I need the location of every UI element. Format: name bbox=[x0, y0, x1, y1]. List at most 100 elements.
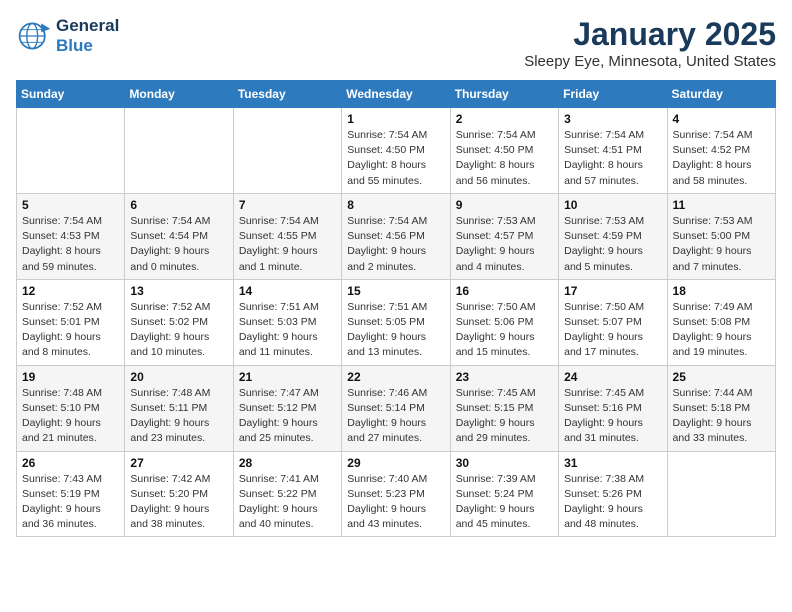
day-number: 27 bbox=[130, 456, 227, 470]
day-number: 12 bbox=[22, 284, 119, 298]
day-info: Sunrise: 7:49 AMSunset: 5:08 PMDaylight:… bbox=[673, 300, 770, 361]
day-number: 2 bbox=[456, 112, 553, 126]
calendar-title: January 2025 bbox=[524, 16, 776, 53]
day-number: 4 bbox=[673, 112, 770, 126]
day-number: 23 bbox=[456, 370, 553, 384]
day-cell: 31 Sunrise: 7:38 AMSunset: 5:26 PMDayligh… bbox=[559, 451, 667, 537]
day-cell bbox=[233, 108, 341, 194]
day-info: Sunrise: 7:50 AMSunset: 5:07 PMDaylight:… bbox=[564, 300, 661, 361]
day-number: 19 bbox=[22, 370, 119, 384]
header-day-wednesday: Wednesday bbox=[342, 81, 450, 108]
day-info: Sunrise: 7:54 AMSunset: 4:52 PMDaylight:… bbox=[673, 128, 770, 189]
logo-icon bbox=[16, 18, 52, 54]
day-number: 25 bbox=[673, 370, 770, 384]
day-cell: 8Sunrise: 7:54 AMSunset: 4:56 PMDaylight… bbox=[342, 193, 450, 279]
day-info: Sunrise: 7:51 AMSunset: 5:05 PMDaylight:… bbox=[347, 300, 444, 361]
day-cell: 5 Sunrise: 7:54 AMSunset: 4:53 PMDaylight… bbox=[17, 193, 125, 279]
day-cell: 18Sunrise: 7:49 AMSunset: 5:08 PMDayligh… bbox=[667, 279, 775, 365]
week-row-1: 1Sunrise: 7:54 AMSunset: 4:50 PMDaylight… bbox=[17, 108, 776, 194]
day-number: 3 bbox=[564, 112, 661, 126]
day-number: 6 bbox=[130, 198, 227, 212]
day-cell: 10 Sunrise: 7:53 AMSunset: 4:59 PMDayligh… bbox=[559, 193, 667, 279]
day-info: Sunrise: 7:54 AMSunset: 4:50 PMDaylight:… bbox=[347, 128, 444, 189]
week-row-3: 12 Sunrise: 7:52 AMSunset: 5:01 PMDayligh… bbox=[17, 279, 776, 365]
day-info: Sunrise: 7:48 AMSunset: 5:11 PMDaylight:… bbox=[130, 386, 227, 447]
day-cell: 25 Sunrise: 7:44 AMSunset: 5:18 PMDayligh… bbox=[667, 365, 775, 451]
day-number: 11 bbox=[673, 198, 770, 212]
day-cell: 26Sunrise: 7:43 AMSunset: 5:19 PMDayligh… bbox=[17, 451, 125, 537]
day-info: Sunrise: 7:41 AMSunset: 5:22 PMDaylight:… bbox=[239, 472, 336, 533]
day-info: Sunrise: 7:40 AMSunset: 5:23 PMDaylight:… bbox=[347, 472, 444, 533]
day-cell: 15 Sunrise: 7:51 AMSunset: 5:05 PMDayligh… bbox=[342, 279, 450, 365]
day-cell: 7 Sunrise: 7:54 AMSunset: 4:55 PMDaylight… bbox=[233, 193, 341, 279]
page-header: General Blue January 2025 Sleepy Eye, Mi… bbox=[16, 16, 776, 70]
day-info: Sunrise: 7:53 AMSunset: 4:57 PMDaylight:… bbox=[456, 214, 553, 275]
day-cell: 6 Sunrise: 7:54 AMSunset: 4:54 PMDaylight… bbox=[125, 193, 233, 279]
week-row-2: 5 Sunrise: 7:54 AMSunset: 4:53 PMDaylight… bbox=[17, 193, 776, 279]
day-number: 13 bbox=[130, 284, 227, 298]
day-info: Sunrise: 7:51 AMSunset: 5:03 PMDaylight:… bbox=[239, 300, 336, 361]
day-number: 20 bbox=[130, 370, 227, 384]
day-cell: 1Sunrise: 7:54 AMSunset: 4:50 PMDaylight… bbox=[342, 108, 450, 194]
calendar-subtitle: Sleepy Eye, Minnesota, United States bbox=[524, 53, 776, 70]
calendar-table: SundayMondayTuesdayWednesdayThursdayFrid… bbox=[16, 80, 776, 537]
day-number: 10 bbox=[564, 198, 661, 212]
header-day-thursday: Thursday bbox=[450, 81, 558, 108]
day-cell bbox=[667, 451, 775, 537]
day-number: 30 bbox=[456, 456, 553, 470]
day-cell: 4 Sunrise: 7:54 AMSunset: 4:52 PMDaylight… bbox=[667, 108, 775, 194]
day-info: Sunrise: 7:54 AMSunset: 4:55 PMDaylight:… bbox=[239, 214, 336, 275]
day-info: Sunrise: 7:54 AMSunset: 4:53 PMDaylight:… bbox=[22, 214, 119, 275]
day-info: Sunrise: 7:52 AMSunset: 5:02 PMDaylight:… bbox=[130, 300, 227, 361]
day-cell: 14 Sunrise: 7:51 AMSunset: 5:03 PMDayligh… bbox=[233, 279, 341, 365]
day-cell: 20 Sunrise: 7:48 AMSunset: 5:11 PMDayligh… bbox=[125, 365, 233, 451]
day-number: 24 bbox=[564, 370, 661, 384]
day-info: Sunrise: 7:42 AMSunset: 5:20 PMDaylight:… bbox=[130, 472, 227, 533]
header-day-saturday: Saturday bbox=[667, 81, 775, 108]
day-info: Sunrise: 7:50 AMSunset: 5:06 PMDaylight:… bbox=[456, 300, 553, 361]
day-number: 31 bbox=[564, 456, 661, 470]
day-cell: 9 Sunrise: 7:53 AMSunset: 4:57 PMDaylight… bbox=[450, 193, 558, 279]
day-cell: 29Sunrise: 7:40 AMSunset: 5:23 PMDayligh… bbox=[342, 451, 450, 537]
day-number: 9 bbox=[456, 198, 553, 212]
day-info: Sunrise: 7:46 AMSunset: 5:14 PMDaylight:… bbox=[347, 386, 444, 447]
header-day-tuesday: Tuesday bbox=[233, 81, 341, 108]
day-info: Sunrise: 7:45 AMSunset: 5:16 PMDaylight:… bbox=[564, 386, 661, 447]
day-number: 16 bbox=[456, 284, 553, 298]
day-info: Sunrise: 7:38 AMSunset: 5:26 PMDaylight:… bbox=[564, 472, 661, 533]
day-cell: 22 Sunrise: 7:46 AMSunset: 5:14 PMDayligh… bbox=[342, 365, 450, 451]
day-info: Sunrise: 7:54 AMSunset: 4:50 PMDaylight:… bbox=[456, 128, 553, 189]
day-info: Sunrise: 7:53 AMSunset: 4:59 PMDaylight:… bbox=[564, 214, 661, 275]
header-day-friday: Friday bbox=[559, 81, 667, 108]
header-day-sunday: Sunday bbox=[17, 81, 125, 108]
day-cell bbox=[17, 108, 125, 194]
day-info: Sunrise: 7:44 AMSunset: 5:18 PMDaylight:… bbox=[673, 386, 770, 447]
day-info: Sunrise: 7:54 AMSunset: 4:54 PMDaylight:… bbox=[130, 214, 227, 275]
day-number: 7 bbox=[239, 198, 336, 212]
day-number: 5 bbox=[22, 198, 119, 212]
day-cell: 17Sunrise: 7:50 AMSunset: 5:07 PMDayligh… bbox=[559, 279, 667, 365]
header-day-monday: Monday bbox=[125, 81, 233, 108]
day-cell: 11 Sunrise: 7:53 AMSunset: 5:00 PMDayligh… bbox=[667, 193, 775, 279]
day-cell: 13 Sunrise: 7:52 AMSunset: 5:02 PMDayligh… bbox=[125, 279, 233, 365]
day-info: Sunrise: 7:39 AMSunset: 5:24 PMDaylight:… bbox=[456, 472, 553, 533]
day-number: 14 bbox=[239, 284, 336, 298]
day-info: Sunrise: 7:47 AMSunset: 5:12 PMDaylight:… bbox=[239, 386, 336, 447]
week-row-4: 19 Sunrise: 7:48 AMSunset: 5:10 PMDayligh… bbox=[17, 365, 776, 451]
day-number: 28 bbox=[239, 456, 336, 470]
day-number: 15 bbox=[347, 284, 444, 298]
day-cell bbox=[125, 108, 233, 194]
day-number: 22 bbox=[347, 370, 444, 384]
day-info: Sunrise: 7:54 AMSunset: 4:51 PMDaylight:… bbox=[564, 128, 661, 189]
day-cell: 27 Sunrise: 7:42 AMSunset: 5:20 PMDayligh… bbox=[125, 451, 233, 537]
day-cell: 16 Sunrise: 7:50 AMSunset: 5:06 PMDayligh… bbox=[450, 279, 558, 365]
day-info: Sunrise: 7:52 AMSunset: 5:01 PMDaylight:… bbox=[22, 300, 119, 361]
title-block: January 2025 Sleepy Eye, Minnesota, Unit… bbox=[524, 16, 776, 70]
week-row-5: 26Sunrise: 7:43 AMSunset: 5:19 PMDayligh… bbox=[17, 451, 776, 537]
day-info: Sunrise: 7:53 AMSunset: 5:00 PMDaylight:… bbox=[673, 214, 770, 275]
day-cell: 12 Sunrise: 7:52 AMSunset: 5:01 PMDayligh… bbox=[17, 279, 125, 365]
day-cell: 28 Sunrise: 7:41 AMSunset: 5:22 PMDayligh… bbox=[233, 451, 341, 537]
day-info: Sunrise: 7:48 AMSunset: 5:10 PMDaylight:… bbox=[22, 386, 119, 447]
day-info: Sunrise: 7:45 AMSunset: 5:15 PMDaylight:… bbox=[456, 386, 553, 447]
day-number: 8 bbox=[347, 198, 444, 212]
